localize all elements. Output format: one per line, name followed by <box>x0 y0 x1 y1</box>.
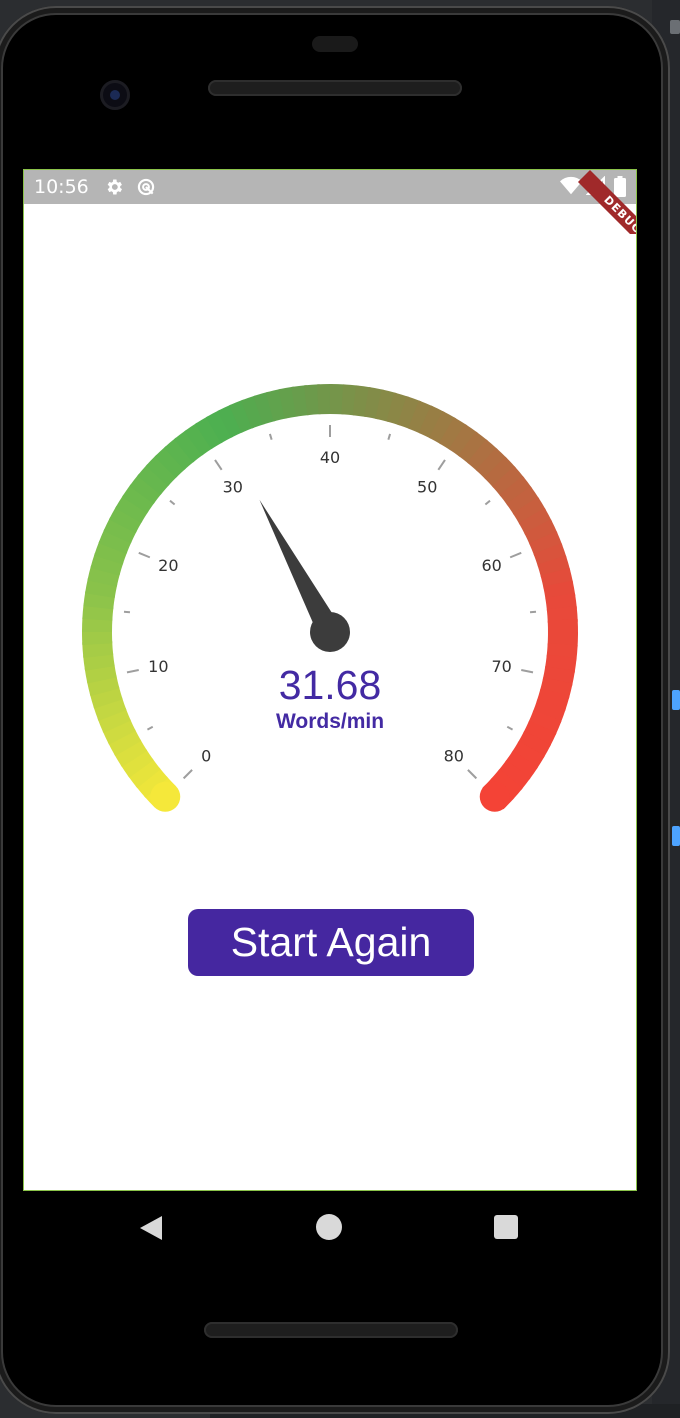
back-icon[interactable] <box>138 1214 164 1242</box>
gauge-major-tick <box>126 669 139 674</box>
gauge-minor-tick <box>123 610 131 614</box>
gauge-minor-tick <box>387 433 392 440</box>
gauge-tick-label: 60 <box>481 556 501 575</box>
start-again-button[interactable]: Start Again <box>188 909 474 976</box>
home-icon[interactable] <box>316 1214 342 1240</box>
earpiece <box>312 36 358 52</box>
gauge-major-tick <box>138 551 151 559</box>
gauge-unit-label: Words/min <box>275 710 385 733</box>
gauge-major-tick <box>437 459 446 471</box>
gauge-minor-tick <box>529 610 537 614</box>
gauge-tick-label: 30 <box>223 477 243 496</box>
gauge-tick-label: 50 <box>417 477 437 496</box>
front-camera <box>100 80 130 110</box>
gauge-tick-label: 10 <box>148 657 168 676</box>
backdrop-fragment <box>672 690 680 710</box>
backdrop-fragment <box>670 20 680 34</box>
phone-frame: 10:56 DEBUG 0 10 20 30 40 50 60 70 80 31… <box>0 6 670 1414</box>
recent-apps-icon[interactable] <box>494 1215 518 1239</box>
gauge-tick-label: 40 <box>320 448 340 467</box>
gauge-major-tick <box>214 459 223 471</box>
bottom-speaker-grille <box>204 1322 458 1338</box>
gauge-tick-label: 0 <box>201 747 211 766</box>
gauge-major-tick <box>467 769 478 780</box>
gauge-arc-start-cap <box>150 781 181 812</box>
top-speaker-grille <box>208 80 462 96</box>
gauge-tick-label: 80 <box>444 747 464 766</box>
gauge-needle <box>259 499 350 652</box>
app-screen: 10:56 DEBUG 0 10 20 30 40 50 60 70 80 31… <box>23 169 637 1191</box>
gauge-minor-tick <box>506 725 514 731</box>
gauge-major-tick <box>509 551 522 559</box>
gauge-tick-label: 20 <box>158 556 178 575</box>
gauge-value: 31.68 <box>278 662 382 708</box>
gauge-minor-tick <box>169 499 176 506</box>
gauge-arc-end-cap <box>479 781 510 812</box>
gauge-major-tick <box>521 669 534 674</box>
gauge-tick-label: 70 <box>491 657 511 676</box>
gauge-minor-tick <box>484 499 491 506</box>
gauge-minor-tick <box>146 725 154 731</box>
gauge-major-tick <box>182 769 193 780</box>
gauge-minor-tick <box>268 433 273 440</box>
gauge-needle-hub <box>310 612 350 652</box>
backdrop-fragment <box>672 826 680 846</box>
